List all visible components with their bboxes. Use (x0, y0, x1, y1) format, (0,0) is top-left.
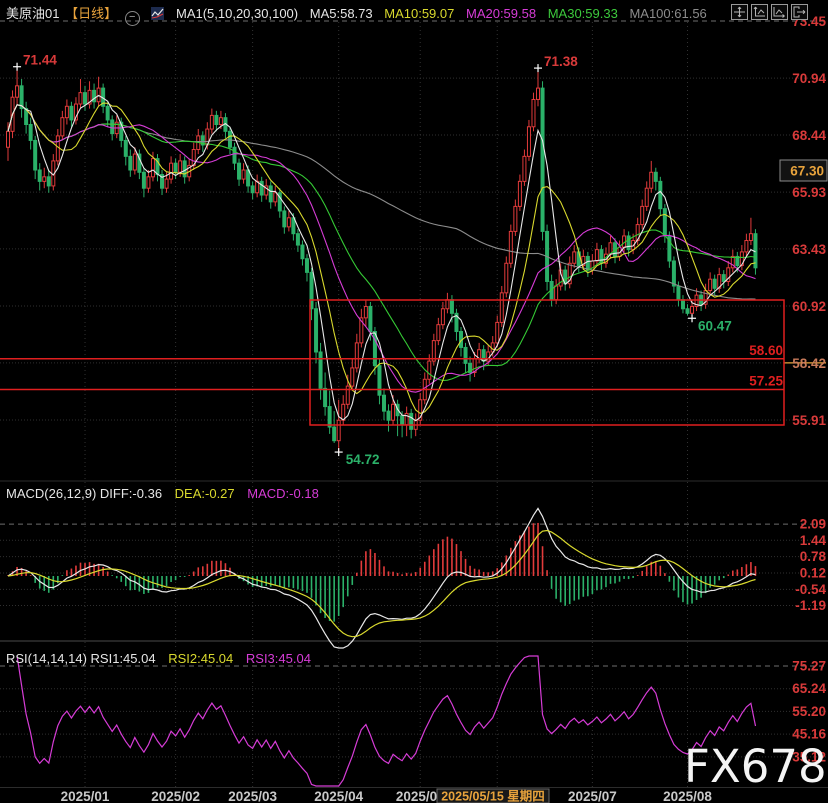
macd-macd-value: MACD:-0.18 (247, 486, 319, 501)
macd-indicator-bar: MACD(26,12,9) DIFF:-0.36 DEA:-0.27 MACD:… (6, 486, 328, 501)
ma30-value: MA30:59.33 (548, 6, 618, 21)
svg-text:67.30: 67.30 (790, 164, 824, 179)
trading-chart-app: 73.4570.9468.4465.9363.4360.9258.4255.91… (0, 0, 828, 803)
mini-chart-icon[interactable] (151, 7, 164, 23)
svg-text:71.38: 71.38 (544, 54, 578, 69)
collapse-indicator-icon[interactable]: − (125, 11, 140, 26)
axis-scale-right-icon[interactable] (771, 4, 788, 20)
collapse-right-icon[interactable] (791, 4, 808, 20)
ma-settings-label: MA1(5,10,20,30,100) (176, 6, 298, 21)
rsi-title: RSI(14,14,14) RSI1:45.04 (6, 651, 156, 666)
macd-dea-value: DEA:-0.27 (175, 486, 235, 501)
svg-text:65.93: 65.93 (792, 185, 826, 200)
svg-text:2025/03: 2025/03 (228, 789, 277, 803)
svg-text:58.42: 58.42 (792, 356, 826, 371)
svg-text:2.09: 2.09 (800, 517, 826, 532)
svg-text:65.24: 65.24 (792, 681, 826, 696)
svg-text:71.44: 71.44 (23, 53, 57, 68)
svg-text:55.91: 55.91 (792, 413, 826, 428)
fx678-watermark: FX678 (684, 740, 827, 793)
macd-title: MACD(26,12,9) DIFF:-0.36 (6, 486, 162, 501)
rsi2-value: RSI2:45.04 (168, 651, 233, 666)
svg-text:70.94: 70.94 (792, 71, 826, 86)
svg-text:2025/05/15 星期四: 2025/05/15 星期四 (441, 789, 545, 803)
svg-text:1.44: 1.44 (800, 533, 827, 548)
svg-text:60.92: 60.92 (792, 299, 826, 314)
svg-text:0.78: 0.78 (800, 549, 827, 564)
ma10-value: MA10:59.07 (384, 6, 454, 21)
pan-crosshair-icon[interactable] (731, 4, 748, 20)
ma100-value: MA100:61.56 (629, 6, 706, 21)
svg-text:58.60: 58.60 (749, 343, 783, 358)
svg-text:-0.54: -0.54 (795, 582, 826, 597)
svg-text:0.12: 0.12 (800, 566, 826, 581)
rsi-indicator-bar: RSI(14,14,14) RSI1:45.04 RSI2:45.04 RSI3… (6, 651, 320, 666)
main-indicator-bar: 美原油01 【日线】 − MA1(5,10,20,30,100) MA5:58.… (6, 3, 715, 26)
svg-text:68.44: 68.44 (792, 128, 826, 143)
period-label[interactable]: 【日线】 (65, 6, 117, 21)
ma20-value: MA20:59.58 (466, 6, 536, 21)
axis-scale-left-icon[interactable] (751, 4, 768, 20)
svg-text:54.72: 54.72 (346, 452, 380, 467)
svg-text:63.43: 63.43 (792, 242, 826, 257)
ma5-value: MA5:58.73 (310, 6, 373, 21)
svg-text:57.25: 57.25 (749, 374, 783, 389)
crosshair-date-tag: 2025/05/15 星期四 (437, 789, 549, 803)
svg-text:2025/01: 2025/01 (61, 789, 110, 803)
svg-text:2025/04: 2025/04 (314, 789, 363, 803)
rsi3-value: RSI3:45.04 (246, 651, 311, 666)
svg-text:75.27: 75.27 (792, 659, 826, 674)
crosshair-price-tag: 67.30 (780, 160, 827, 181)
svg-text:2025/02: 2025/02 (151, 789, 200, 803)
symbol-name: 美原油01 (6, 6, 59, 21)
chart-canvas[interactable]: 73.4570.9468.4465.9363.4360.9258.4255.91… (0, 0, 828, 803)
svg-text:55.20: 55.20 (792, 704, 826, 719)
svg-text:60.47: 60.47 (698, 318, 732, 333)
svg-text:2025/07: 2025/07 (568, 789, 617, 803)
svg-text:-1.19: -1.19 (795, 598, 826, 613)
chart-toolbar (731, 4, 808, 20)
